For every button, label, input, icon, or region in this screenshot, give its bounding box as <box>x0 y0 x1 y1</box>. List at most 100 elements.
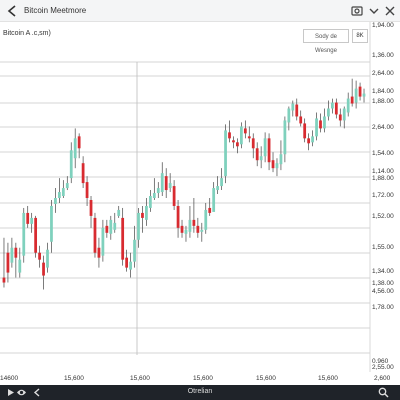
price-tick-label: 1,52.00 <box>372 213 394 220</box>
candle-down <box>97 247 101 258</box>
candle-up <box>69 150 73 179</box>
candle-up <box>220 178 223 187</box>
bottom-label: Otrelian <box>187 388 213 395</box>
price-tick-label: 1,14.00 <box>372 168 394 175</box>
candle-down <box>334 102 338 115</box>
candle-down <box>358 86 362 97</box>
candle-up <box>101 227 105 256</box>
candle-up <box>133 239 136 262</box>
price-tick-label: 1,88.00 <box>372 98 394 105</box>
candle-up <box>259 156 263 161</box>
candle-up <box>275 163 279 169</box>
candle-down <box>176 205 180 228</box>
candle-up <box>216 186 220 191</box>
candle-up <box>287 108 291 123</box>
candle-down <box>192 219 196 226</box>
candle-down <box>121 217 125 260</box>
price-tick-label: 2,64.00 <box>372 70 394 77</box>
candlestick-chart[interactable] <box>0 0 400 400</box>
candle-down <box>141 212 144 218</box>
candle-down <box>42 262 45 276</box>
candle-up <box>156 188 160 194</box>
candle-up <box>204 209 208 230</box>
candle-up <box>311 136 314 143</box>
candle-down <box>271 160 275 169</box>
candle-down <box>267 138 271 163</box>
candle-down <box>77 136 81 149</box>
candle-up <box>263 138 267 157</box>
time-tick-label: 15,600 <box>64 375 84 382</box>
candle-up <box>224 130 227 177</box>
search-icon[interactable] <box>377 386 390 399</box>
candle-up <box>50 205 53 242</box>
candle-up <box>291 103 295 111</box>
time-tick-label: 2,600 <box>374 375 391 382</box>
price-tick-label: 1,78.00 <box>372 304 394 311</box>
candle-up <box>184 229 188 234</box>
price-tick-label: 1,38.00 <box>372 280 394 287</box>
candle-up <box>10 247 14 263</box>
bottom-bar: Otrelian <box>0 385 400 400</box>
candle-down <box>6 252 10 273</box>
price-tick-label: 1,72.00 <box>372 192 394 199</box>
candle-up <box>160 173 164 193</box>
candle-down <box>89 199 93 216</box>
candle-up <box>330 102 334 109</box>
candle-up <box>137 212 140 240</box>
candle-up <box>57 192 61 199</box>
price-tick-label: 1,34.00 <box>372 268 394 275</box>
price-tick-label: 2,55.00 <box>372 364 394 371</box>
candle-down <box>81 163 85 184</box>
candle-down <box>319 120 322 129</box>
candle-down <box>105 225 109 233</box>
candle-down <box>232 140 235 143</box>
candle-up <box>46 249 49 268</box>
candle-down <box>255 148 259 161</box>
price-tick-label: 1,88.00 <box>372 175 394 182</box>
time-tick-label: 14600 <box>0 375 19 382</box>
price-tick-label: 1,94.00 <box>372 22 394 29</box>
candle-down <box>307 138 311 144</box>
candle-up <box>200 229 204 232</box>
candle-down <box>85 182 89 199</box>
candle-down <box>350 96 354 104</box>
candle-up <box>18 259 22 273</box>
time-tick-label: 15,600 <box>130 375 150 382</box>
time-tick-label: 15,600 <box>318 375 338 382</box>
candle-up <box>22 212 26 256</box>
candle-down <box>180 225 184 233</box>
candle-up <box>346 98 350 113</box>
candle-up <box>117 209 121 216</box>
candle-up <box>188 219 192 232</box>
candle-up <box>145 205 148 220</box>
candle-down <box>93 217 97 253</box>
candle-down <box>14 247 18 258</box>
candle-up <box>323 116 326 129</box>
candle-down <box>34 217 38 253</box>
candle-down <box>172 186 176 206</box>
candle-up <box>168 183 172 189</box>
candle-up <box>30 217 34 224</box>
candle-up <box>129 261 132 270</box>
candle-up <box>65 183 69 189</box>
candle-down <box>196 225 200 233</box>
candle-up <box>315 118 318 137</box>
candle-up <box>73 138 77 159</box>
candle-up <box>283 120 287 155</box>
candle-down <box>26 212 30 224</box>
price-tick-label: 4,56.00 <box>372 288 394 295</box>
candle-down <box>228 132 231 139</box>
candle-up <box>342 108 346 121</box>
candle-down <box>295 104 299 117</box>
price-tick-label: 1,36.00 <box>372 52 394 59</box>
time-tick-label: 15,600 <box>256 375 276 382</box>
candle-down <box>125 257 129 268</box>
price-tick-label: 1,54.00 <box>372 150 394 157</box>
price-tick-label: 1,55.00 <box>372 244 394 251</box>
candle-up <box>109 219 113 234</box>
price-tick-label: 1,84.00 <box>372 88 394 95</box>
candle-up <box>327 108 330 117</box>
candle-up <box>148 196 152 208</box>
candle-down <box>164 176 168 191</box>
candle-down <box>236 142 239 147</box>
